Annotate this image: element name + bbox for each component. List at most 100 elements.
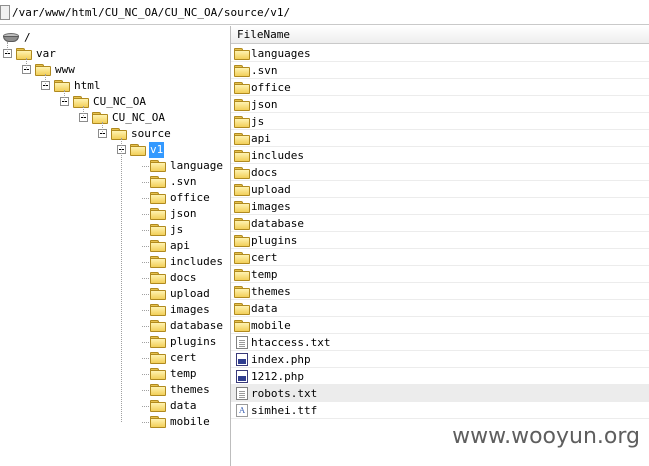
file-name: upload [251,183,291,196]
file-row[interactable]: htaccess.txt [231,334,649,351]
file-name: languages [251,47,311,60]
file-name: temp [251,268,278,281]
directory-tree[interactable]: / var www html CU_NC_OA CU_NC_OA source v1 langu… [0,26,230,466]
tree-node-cu-nc-oa[interactable]: CU_NC_OA [0,110,230,126]
file-row[interactable]: images [231,198,649,215]
folder-icon [234,235,250,247]
tree-node-label: json [170,207,197,220]
folder-icon [234,269,250,281]
folder-icon [150,416,166,428]
tree-node-json[interactable]: json [0,206,230,222]
file-row[interactable]: mobile [231,317,649,334]
folder-icon [234,99,250,111]
tree-node-label: includes [170,255,223,268]
folder-icon [234,116,250,128]
file-name: plugins [251,234,298,247]
folder-icon [16,48,32,60]
tree-node-language[interactable]: language [0,158,230,174]
tree-node-images[interactable]: images [0,302,230,318]
folder-icon [234,48,250,60]
file-row[interactable]: plugins [231,232,649,249]
tree-node-includes[interactable]: includes [0,254,230,270]
folder-icon [150,192,166,204]
tree-node-var[interactable]: var [0,46,230,62]
file-row[interactable]: upload [231,181,649,198]
file-row[interactable]: temp [231,266,649,283]
tree-node-label: source [131,127,171,140]
folder-icon [234,65,250,77]
file-name: themes [251,285,291,298]
file-row[interactable]: Asimhei.ttf [231,402,649,419]
file-name: 1212.php [251,370,304,383]
folder-icon [150,320,166,332]
tree-node-v1[interactable]: v1 [0,142,230,158]
tree-node-js[interactable]: js [0,222,230,238]
tree-node-api[interactable]: api [0,238,230,254]
tree-node-svn[interactable]: .svn [0,174,230,190]
file-row[interactable]: api [231,130,649,147]
file-row[interactable]: themes [231,283,649,300]
tree-node-office[interactable]: office [0,190,230,206]
tree-node-cu-nc-oa[interactable]: CU_NC_OA [0,94,230,110]
tree-node-label: js [170,223,184,236]
tree-node-label: office [170,191,210,204]
tree-node-plugins[interactable]: plugins [0,334,230,350]
file-row[interactable]: json [231,96,649,113]
file-row[interactable]: robots.txt [231,385,649,402]
tree-node-label: themes [170,383,210,396]
path-input[interactable]: /var/www/html/CU_NC_OA/CU_NC_OA/source/v… [12,6,290,19]
file-row[interactable]: 1212.php [231,368,649,385]
folder-icon [150,160,166,172]
file-name: .svn [251,64,278,77]
file-name: data [251,302,278,315]
file-name: images [251,200,291,213]
file-row[interactable]: includes [231,147,649,164]
php-file-icon [236,353,248,366]
tree-node-source[interactable]: source [0,126,230,142]
tree-node-root[interactable]: / [0,30,230,46]
tree-node-label: CU_NC_OA [93,95,146,108]
tree-node-label: database [170,319,223,332]
file-name: simhei.ttf [251,404,318,417]
file-row[interactable]: js [231,113,649,130]
file-row[interactable]: office [231,79,649,96]
tree-node-upload[interactable]: upload [0,286,230,302]
file-row[interactable]: languages [231,45,649,62]
tree-node-temp[interactable]: temp [0,366,230,382]
tree-node-www[interactable]: www [0,62,230,78]
folder-icon [150,384,166,396]
tree-node-cert[interactable]: cert [0,350,230,366]
file-row[interactable]: data [231,300,649,317]
folder-icon [234,286,250,298]
folder-icon [150,272,166,284]
file-row[interactable]: docs [231,164,649,181]
tree-node-themes[interactable]: themes [0,382,230,398]
file-row[interactable]: index.php [231,351,649,368]
tree-node-label: .svn [170,175,197,188]
folder-icon [234,218,250,230]
path-dropdown-handle[interactable] [0,5,10,20]
folder-icon [234,184,250,196]
file-row[interactable]: database [231,215,649,232]
file-name: js [251,115,265,128]
folder-icon [150,368,166,380]
file-row[interactable]: .svn [231,62,649,79]
folder-icon [150,256,166,268]
file-name: index.php [251,353,311,366]
folder-icon [150,304,166,316]
tree-node-database[interactable]: database [0,318,230,334]
tree-node-label: docs [170,271,197,284]
tree-node-mobile[interactable]: mobile [0,414,230,430]
drive-icon [3,32,19,44]
tree-node-label: images [170,303,210,316]
file-row[interactable]: cert [231,249,649,266]
file-list-pane[interactable]: FileName languages .svn office json js api inc… [231,26,649,466]
column-header-filename[interactable]: FileName [231,26,649,44]
folder-icon [111,128,127,140]
tree-node-label: temp [170,367,197,380]
path-bar[interactable]: /var/www/html/CU_NC_OA/CU_NC_OA/source/v… [0,0,649,25]
tree-node-data[interactable]: data [0,398,230,414]
folder-icon [234,150,250,162]
tree-node-docs[interactable]: docs [0,270,230,286]
tree-node-html[interactable]: html [0,78,230,94]
